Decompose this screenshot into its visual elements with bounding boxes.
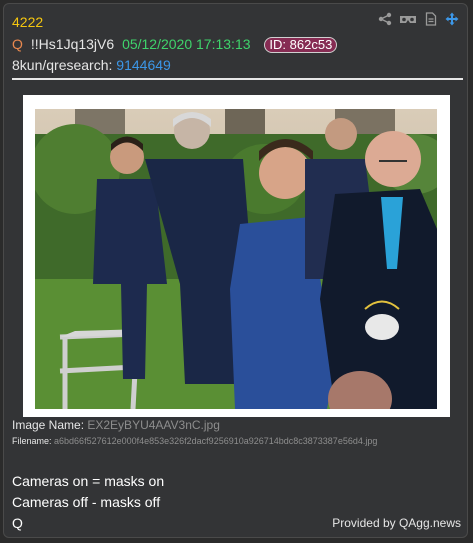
message-signature: Q — [12, 515, 23, 531]
post-card: 4222 Q !!Hs1Jq13jV6 05/12/2020 17:13:13 I… — [3, 3, 468, 538]
image-name: Image Name: EX2EyBYU4AAV3nC.jpg — [12, 418, 220, 432]
photo-people-in-garden — [35, 109, 437, 409]
message-line: Cameras on = masks on — [12, 473, 165, 489]
post-header: Q !!Hs1Jq13jV6 05/12/2020 17:13:13 ID: 86… — [12, 36, 338, 53]
share-icon[interactable] — [378, 12, 392, 26]
post-toolbar — [378, 12, 459, 26]
provided-by: Provided by QAgg.news — [332, 516, 461, 530]
user-id-badge[interactable]: ID: 862c53 — [264, 37, 338, 53]
board-line: 8kun/qresearch: 9144649 — [12, 57, 171, 73]
attached-image[interactable] — [23, 95, 450, 417]
board-name: 8kun/qresearch: — [12, 57, 113, 73]
message-line: Cameras off - masks off — [12, 494, 161, 510]
move-arrows-icon[interactable] — [445, 12, 459, 26]
image-filename: Filename: a6bd66f527612e000f4e853e326f2d… — [12, 436, 377, 446]
post-number[interactable]: 4222 — [12, 14, 43, 30]
post-datetime: 05/12/2020 17:13:13 — [122, 36, 251, 52]
filename-value[interactable]: a6bd66f527612e000f4e853e326f2dacf9256910… — [54, 436, 377, 446]
author-name: Q — [12, 36, 23, 52]
post-message: Cameras on = masks on Cameras off - mask… — [12, 471, 164, 534]
vr-glasses-icon[interactable] — [399, 12, 417, 26]
image-name-value[interactable]: EX2EyBYU4AAV3nC.jpg — [87, 418, 220, 432]
filename-label: Filename: — [12, 436, 52, 446]
image-name-label: Image Name: — [12, 418, 85, 432]
document-icon[interactable] — [424, 12, 438, 26]
post-link[interactable]: 9144649 — [116, 57, 171, 73]
divider — [12, 78, 463, 80]
tripcode: !!Hs1Jq13jV6 — [30, 36, 115, 52]
